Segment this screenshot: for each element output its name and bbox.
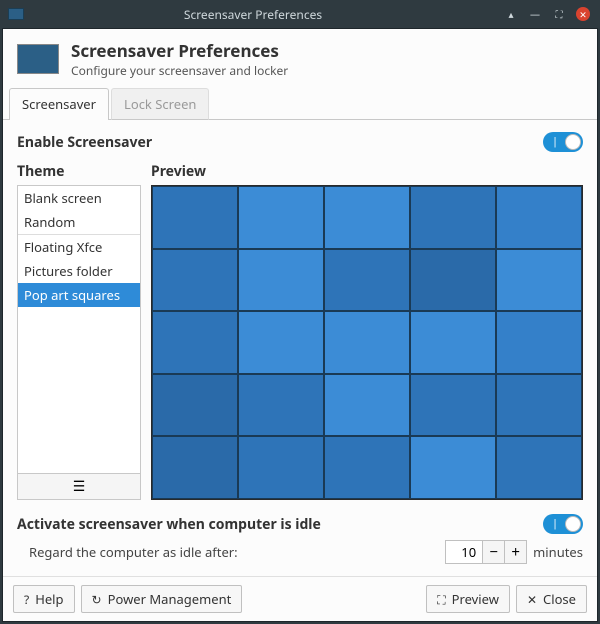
preview-cell xyxy=(496,374,582,437)
preview-cell xyxy=(324,186,410,249)
header-subtitle: Configure your screensaver and locker xyxy=(71,62,288,79)
fullscreen-icon: ⛶ xyxy=(437,591,445,608)
preview-cell xyxy=(410,311,496,374)
idle-minutes-decrement[interactable]: − xyxy=(482,541,504,563)
tab-screensaver[interactable]: Screensaver xyxy=(9,88,109,120)
help-icon: ? xyxy=(24,591,29,608)
tab-lock-screen[interactable]: Lock Screen xyxy=(111,88,209,120)
idle-minutes-stepper[interactable]: 10 − + xyxy=(445,540,527,564)
preview-cell xyxy=(238,311,324,374)
preview-cell xyxy=(324,374,410,437)
theme-label: Theme xyxy=(17,162,141,181)
window-close-icon[interactable]: ✕ xyxy=(576,7,590,21)
header-title: Screensaver Preferences xyxy=(71,39,288,62)
preview-cell xyxy=(238,249,324,312)
preview-cell xyxy=(238,186,324,249)
window-maximize-icon[interactable]: ⛶ xyxy=(552,7,566,21)
preview-cell xyxy=(410,249,496,312)
tabs: Screensaver Lock Screen xyxy=(3,87,597,120)
header: Screensaver Preferences Configure your s… xyxy=(3,29,597,87)
window-titlebar: Screensaver Preferences ▴ — ⛶ ✕ xyxy=(0,0,600,28)
preview-cell xyxy=(324,311,410,374)
preview-cell xyxy=(238,436,324,499)
preview-cell xyxy=(496,311,582,374)
idle-after-label: Regard the computer as idle after: xyxy=(17,543,238,561)
preview-cell xyxy=(410,436,496,499)
power-management-button[interactable]: ↻Power Management xyxy=(81,585,243,613)
preview-cell xyxy=(410,186,496,249)
preview-area xyxy=(151,185,583,500)
preview-cell xyxy=(152,311,238,374)
theme-list[interactable]: Blank screenRandomFloating XfcePictures … xyxy=(17,185,141,474)
theme-item[interactable]: Pop art squares xyxy=(18,283,140,307)
window-title: Screensaver Preferences xyxy=(2,6,504,23)
preview-cell xyxy=(496,186,582,249)
theme-menu-button[interactable]: ☰ xyxy=(17,474,141,500)
footer: ?Help ↻Power Management ⛶Preview ✕Close xyxy=(3,576,597,621)
activate-idle-toggle[interactable] xyxy=(543,514,583,534)
enable-screensaver-label: Enable Screensaver xyxy=(17,133,152,152)
preview-cell xyxy=(152,436,238,499)
power-icon: ↻ xyxy=(92,591,102,608)
hamburger-icon: ☰ xyxy=(73,477,86,496)
idle-minutes-increment[interactable]: + xyxy=(504,541,526,563)
window-minimize-icon[interactable]: — xyxy=(528,7,542,21)
close-button[interactable]: ✕Close xyxy=(516,585,587,613)
theme-item[interactable]: Pictures folder xyxy=(18,259,140,283)
theme-item[interactable]: Blank screen xyxy=(18,186,140,210)
preview-cell xyxy=(496,249,582,312)
preview-cell xyxy=(410,374,496,437)
preview-button[interactable]: ⛶Preview xyxy=(426,585,510,613)
preview-cell xyxy=(324,249,410,312)
help-button[interactable]: ?Help xyxy=(13,585,75,613)
idle-minutes-unit: minutes xyxy=(533,543,583,561)
activate-idle-label: Activate screensaver when computer is id… xyxy=(17,515,321,534)
idle-minutes-value[interactable]: 10 xyxy=(446,541,482,563)
main-window: Screensaver Preferences Configure your s… xyxy=(2,28,598,622)
theme-item[interactable]: Random xyxy=(18,210,140,234)
window-keep-above-icon[interactable]: ▴ xyxy=(504,7,518,21)
header-monitor-icon xyxy=(17,44,59,74)
preview-cell xyxy=(152,186,238,249)
preview-cell xyxy=(324,436,410,499)
preview-cell xyxy=(152,249,238,312)
preview-cell xyxy=(238,374,324,437)
preview-cell xyxy=(496,436,582,499)
preview-label: Preview xyxy=(151,162,583,181)
enable-screensaver-toggle[interactable] xyxy=(543,132,583,152)
theme-item[interactable]: Floating Xfce xyxy=(18,235,140,259)
close-icon: ✕ xyxy=(527,591,537,608)
preview-cell xyxy=(152,374,238,437)
